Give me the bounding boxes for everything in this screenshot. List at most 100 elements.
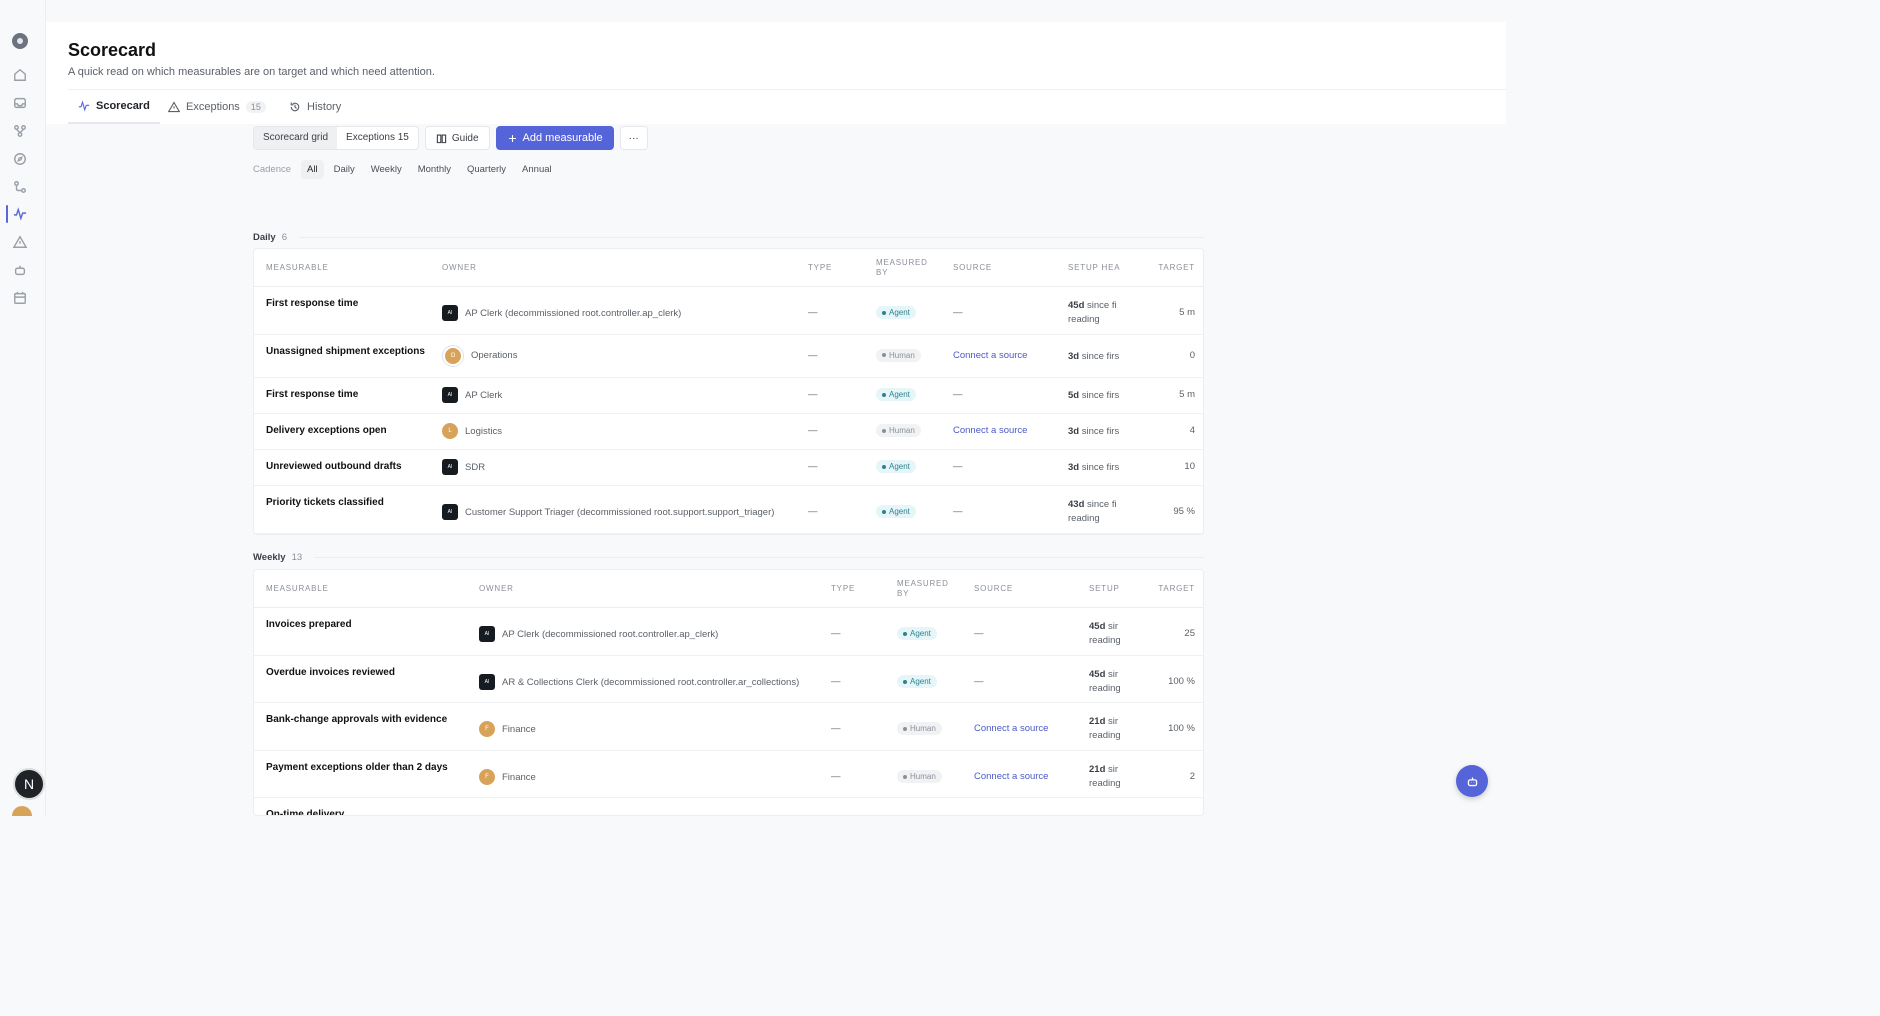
owner-cell[interactable]: F Finance <box>479 721 536 737</box>
column-header-target: TARGET <box>1158 584 1195 593</box>
badge-label: Agent <box>910 629 931 638</box>
tab-history[interactable]: History <box>289 90 341 124</box>
status-dot-icon <box>903 774 907 779</box>
connect-source-link[interactable]: Connect a source <box>953 350 1027 361</box>
plus-icon <box>508 134 516 142</box>
measured-by-cell: Agent <box>876 460 916 473</box>
view-scorecard-grid[interactable]: Scorecard grid <box>254 127 338 149</box>
setup-text: reading <box>1089 778 1121 789</box>
owner-cell[interactable]: AI AP Clerk (decommissioned root.controll… <box>442 305 681 321</box>
setup-text: since fi <box>1087 499 1117 510</box>
target-value: 100 % <box>1168 676 1195 687</box>
type-value: — <box>831 628 841 639</box>
tab-bar: Scorecard Exceptions 15 History <box>68 89 1506 124</box>
target-value: 95 % <box>1173 506 1195 517</box>
type-value: — <box>808 425 818 436</box>
connect-source-link[interactable]: Connect a source <box>974 771 1048 782</box>
team-avatar: F <box>479 721 495 737</box>
alert-icon[interactable] <box>13 235 27 249</box>
inbox-icon[interactable] <box>13 96 27 110</box>
pulse-icon[interactable] <box>13 207 27 221</box>
user-avatar[interactable]: N <box>13 768 45 800</box>
tab-exceptions[interactable]: Exceptions 15 <box>168 90 266 124</box>
target-value: 10 <box>1184 461 1195 472</box>
measurable-name[interactable]: First response time <box>266 389 358 400</box>
table-row[interactable]: Overdue invoices reviewed AI AR & Collecti… <box>254 656 1203 703</box>
bot-icon[interactable] <box>13 263 27 277</box>
cadence-all[interactable]: All <box>301 160 324 179</box>
table-row[interactable]: On-time delivery <box>254 798 1203 815</box>
measurable-name[interactable]: Priority tickets classified <box>266 497 384 508</box>
measured-by-cell: Human <box>876 348 921 362</box>
agent-avatar: AI <box>442 387 458 403</box>
active-indicator <box>6 205 8 223</box>
owner-cell[interactable]: L Logistics <box>442 423 502 439</box>
table-row[interactable]: Bank-change approvals with evidence F Fina… <box>254 703 1203 751</box>
home-icon[interactable] <box>13 68 27 82</box>
connect-source-link[interactable]: Connect a source <box>974 723 1048 734</box>
cadence-weekly[interactable]: Weekly <box>365 160 408 179</box>
setup-health: 21d sir reading <box>1089 715 1156 743</box>
add-measurable-button[interactable]: Add measurable <box>495 126 614 150</box>
cadence-monthly[interactable]: Monthly <box>412 160 457 179</box>
measurable-name[interactable]: Overdue invoices reviewed <box>266 667 395 678</box>
cadence-annual[interactable]: Annual <box>516 160 558 179</box>
measurable-name[interactable]: Delivery exceptions open <box>266 425 387 436</box>
view-exceptions[interactable]: Exceptions 15 <box>337 127 418 149</box>
route-icon[interactable] <box>13 180 27 194</box>
target-value: 2 <box>1189 771 1195 782</box>
column-header-target: TARGET <box>1158 263 1195 272</box>
setup-text: reading <box>1089 730 1121 741</box>
tab-scorecard[interactable]: Scorecard <box>68 90 160 124</box>
type-value: — <box>808 349 818 361</box>
measurable-name[interactable]: On-time delivery <box>266 809 344 815</box>
target-value: 25 <box>1184 628 1195 639</box>
team-avatar: F <box>479 769 495 785</box>
owner-cell[interactable]: AI AR & Collections Clerk (decommissioned… <box>479 674 799 690</box>
column-header-owner: OWNER <box>442 263 477 272</box>
measurable-name[interactable]: First response time <box>266 298 358 309</box>
measurable-name[interactable]: Unassigned shipment exceptions <box>266 346 425 357</box>
table-row[interactable]: First response time AI AP Clerk — Agent — 5d s… <box>254 378 1203 414</box>
table-row[interactable]: Unreviewed outbound drafts AI SDR — Agent — 3d… <box>254 450 1203 486</box>
type-value: — <box>831 771 841 782</box>
owner-cell[interactable]: O Operations <box>442 344 517 367</box>
daily-group-header: Daily 6 <box>253 232 1204 243</box>
owner-cell[interactable]: F Finance <box>479 769 536 785</box>
owner-cell[interactable]: AI AP Clerk <box>442 387 502 403</box>
calendar-icon[interactable] <box>13 291 27 305</box>
table-row[interactable]: Invoices prepared AI AP Clerk (decommissio… <box>254 608 1203 656</box>
compass-icon[interactable] <box>13 152 27 166</box>
secondary-avatar[interactable] <box>12 806 32 816</box>
setup-age: 43d <box>1068 499 1085 510</box>
table-row[interactable]: Unassigned shipment exceptions O Operation… <box>254 335 1203 378</box>
table-row[interactable]: Delivery exceptions open L Logistics — Human… <box>254 414 1203 450</box>
table-row[interactable]: Payment exceptions older than 2 days F Fin… <box>254 751 1203 798</box>
measured-by-cell: Agent <box>876 505 916 518</box>
owner-cell[interactable]: AI Customer Support Triager (decommission… <box>442 504 774 520</box>
team-avatar: O <box>445 347 461 364</box>
table-row[interactable]: Priority tickets classified AI Customer Su… <box>254 486 1203 534</box>
workflow-icon[interactable] <box>13 124 27 138</box>
measurable-name[interactable]: Payment exceptions older than 2 days <box>266 762 448 773</box>
cadence-daily[interactable]: Daily <box>328 160 361 179</box>
measurable-name[interactable]: Unreviewed outbound drafts <box>266 461 402 472</box>
setup-age: 45d <box>1068 300 1085 311</box>
assistant-fab-button[interactable] <box>1456 765 1488 797</box>
measured-by-cell: Human <box>876 424 921 437</box>
table-row[interactable]: First response time AI AP Clerk (decommiss… <box>254 287 1203 335</box>
connect-source-link[interactable]: Connect a source <box>953 425 1027 436</box>
owner-cell[interactable]: AI AP Clerk (decommissioned root.controll… <box>479 626 718 642</box>
status-dot-icon <box>903 631 907 636</box>
logo-icon[interactable] <box>12 33 28 49</box>
measured-by-badge: Agent <box>876 306 916 319</box>
badge-label: Agent <box>889 462 910 471</box>
agent-avatar: AI <box>479 674 495 690</box>
column-header-measured-by: MEASURED BY <box>876 258 928 277</box>
measurable-name[interactable]: Bank-change approvals with evidence <box>266 714 447 725</box>
measurable-name[interactable]: Invoices prepared <box>266 619 352 630</box>
more-menu-button[interactable]: ··· <box>619 126 648 150</box>
cadence-quarterly[interactable]: Quarterly <box>461 160 512 179</box>
guide-button[interactable]: Guide <box>424 126 490 150</box>
owner-cell[interactable]: AI SDR <box>442 459 485 475</box>
